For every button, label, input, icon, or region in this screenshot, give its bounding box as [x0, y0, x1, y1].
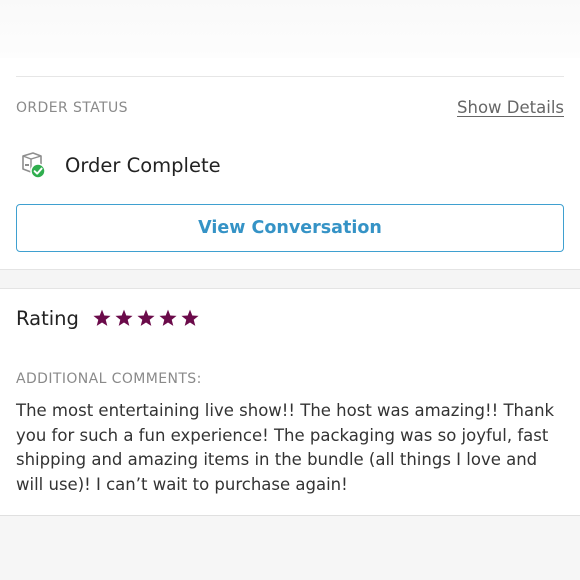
order-status-card: ORDER STATUS Show Details Order Complete…: [0, 58, 580, 270]
star-icon: [115, 309, 133, 327]
additional-comments-label: ADDITIONAL COMMENTS:: [16, 371, 202, 387]
rating-stars: [93, 309, 203, 327]
review-card: Rating ADDITIONAL COMMENTS: The most ent…: [0, 288, 580, 516]
top-background: [0, 0, 580, 58]
divider: [16, 76, 564, 77]
star-icon: [181, 309, 199, 327]
bottom-background: [0, 516, 580, 580]
order-status-text: Order Complete: [65, 153, 221, 177]
star-icon: [137, 309, 155, 327]
star-icon: [159, 309, 177, 327]
rating-label: Rating: [16, 306, 79, 330]
package-check-icon: [16, 150, 48, 180]
section-gap: [0, 270, 580, 288]
rating-row: Rating: [16, 305, 203, 331]
order-status-row: Order Complete: [16, 150, 221, 180]
additional-comments-text: The most entertaining live show!! The ho…: [16, 401, 555, 494]
show-details-link[interactable]: Show Details: [457, 98, 564, 117]
order-status-label: ORDER STATUS: [16, 100, 128, 116]
star-icon: [93, 309, 111, 327]
view-conversation-button[interactable]: View Conversation: [16, 204, 564, 252]
